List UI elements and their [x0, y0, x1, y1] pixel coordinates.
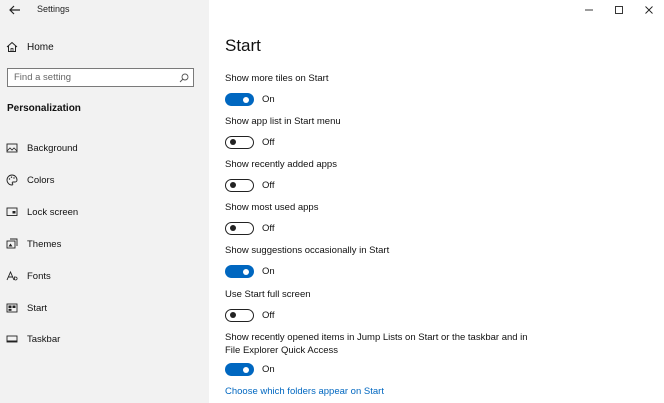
setting-jump-lists: Show recently opened items in Jump Lists…	[225, 331, 645, 376]
toggle-knob	[243, 96, 249, 103]
toggle-state-text: Off	[262, 310, 275, 321]
setting-label-line-1: Show recently opened items in Jump Lists…	[225, 332, 528, 343]
toggle-row: On	[225, 363, 645, 376]
search-box[interactable]	[7, 68, 194, 87]
toggle-row: Off	[225, 179, 645, 192]
search-input[interactable]	[14, 71, 174, 84]
picture-icon	[6, 143, 18, 153]
toggle-knob	[230, 312, 236, 318]
setting-full-screen: Use Start full screen Off	[225, 288, 645, 322]
toggle-knob	[230, 225, 236, 231]
close-icon	[645, 6, 653, 14]
lock-screen-icon	[6, 207, 18, 216]
sidebar-item-taskbar[interactable]: Taskbar	[6, 331, 201, 347]
home-nav-item[interactable]: Home	[6, 39, 54, 55]
sidebar-item-background[interactable]: Background	[6, 140, 201, 156]
setting-show-recently-added: Show recently added apps Off	[225, 158, 645, 192]
search-icon	[179, 73, 189, 83]
start-icon	[6, 303, 18, 313]
setting-label: Show recently added apps	[225, 159, 337, 170]
sidebar-item-start[interactable]: Start	[6, 300, 201, 316]
setting-show-more-tiles: Show more tiles on Start On	[225, 72, 645, 106]
toggle-row: On	[225, 93, 645, 106]
toggle-row: Off	[225, 222, 645, 235]
sidebar: Settings Home Personalization Background…	[0, 0, 209, 403]
maximize-icon	[615, 6, 623, 14]
sidebar-item-label: Colors	[27, 174, 55, 186]
choose-folders-link[interactable]: Choose which folders appear on Start	[225, 386, 384, 397]
toggle-row: Off	[225, 309, 645, 322]
full-screen-toggle[interactable]	[225, 309, 254, 322]
minimize-icon	[585, 9, 593, 11]
sidebar-item-label: Start	[27, 302, 48, 314]
toggle-knob	[243, 268, 249, 275]
toggle-knob	[230, 139, 236, 145]
sidebar-item-label: Taskbar	[27, 333, 61, 345]
sidebar-item-lock-screen[interactable]: Lock screen	[6, 204, 201, 220]
page-title: Start	[225, 36, 261, 55]
setting-label: Show more tiles on Start	[225, 73, 329, 84]
section-title: Personalization	[7, 103, 81, 114]
back-button[interactable]	[8, 3, 22, 17]
sidebar-item-label: Themes	[27, 238, 62, 250]
toggle-knob	[230, 182, 236, 188]
setting-label: Show suggestions occasionally in Start	[225, 245, 390, 256]
taskbar-icon	[6, 335, 18, 343]
setting-show-suggestions: Show suggestions occasionally in Start O…	[225, 244, 645, 278]
setting-show-app-list: Show app list in Start menu Off	[225, 115, 645, 149]
title-bar: Settings	[0, 0, 209, 20]
show-more-tiles-toggle[interactable]	[225, 93, 254, 106]
setting-label: Show most used apps	[225, 202, 319, 213]
close-button[interactable]	[634, 0, 664, 20]
toggle-state-text: On	[262, 94, 275, 105]
show-suggestions-toggle[interactable]	[225, 265, 254, 278]
setting-label: Show app list in Start menu	[225, 116, 341, 127]
home-label: Home	[27, 41, 54, 53]
sidebar-item-label: Fonts	[27, 270, 51, 282]
toggle-state-text: Off	[262, 223, 275, 234]
toggle-state-text: On	[262, 364, 275, 375]
palette-icon	[6, 174, 18, 186]
sidebar-item-fonts[interactable]: Fonts	[6, 268, 201, 284]
show-recently-added-toggle[interactable]	[225, 179, 254, 192]
toggle-row: Off	[225, 136, 645, 149]
toggle-knob	[243, 366, 249, 373]
show-app-list-toggle[interactable]	[225, 136, 254, 149]
sidebar-item-label: Background	[27, 142, 78, 154]
jump-lists-toggle[interactable]	[225, 363, 254, 376]
themes-icon	[6, 238, 18, 249]
show-most-used-toggle[interactable]	[225, 222, 254, 235]
sidebar-item-label: Lock screen	[27, 206, 79, 218]
toggle-state-text: On	[262, 266, 275, 277]
main-content: Start Show more tiles on Start On Show a…	[209, 0, 664, 403]
setting-show-most-used: Show most used apps Off	[225, 201, 645, 235]
back-arrow-icon	[9, 5, 20, 15]
toggle-state-text: Off	[262, 137, 275, 148]
toggle-state-text: Off	[262, 180, 275, 191]
setting-label: Use Start full screen	[225, 289, 311, 300]
minimize-button[interactable]	[574, 0, 604, 20]
sidebar-item-themes[interactable]: Themes	[6, 236, 201, 252]
maximize-button[interactable]	[604, 0, 634, 20]
window-controls	[574, 0, 664, 20]
fonts-icon	[6, 270, 18, 281]
sidebar-item-colors[interactable]: Colors	[6, 172, 201, 188]
setting-label-line-2: File Explorer Quick Access	[225, 345, 338, 356]
home-icon	[6, 41, 18, 52]
window-title: Settings	[37, 4, 70, 14]
toggle-row: On	[225, 265, 645, 278]
